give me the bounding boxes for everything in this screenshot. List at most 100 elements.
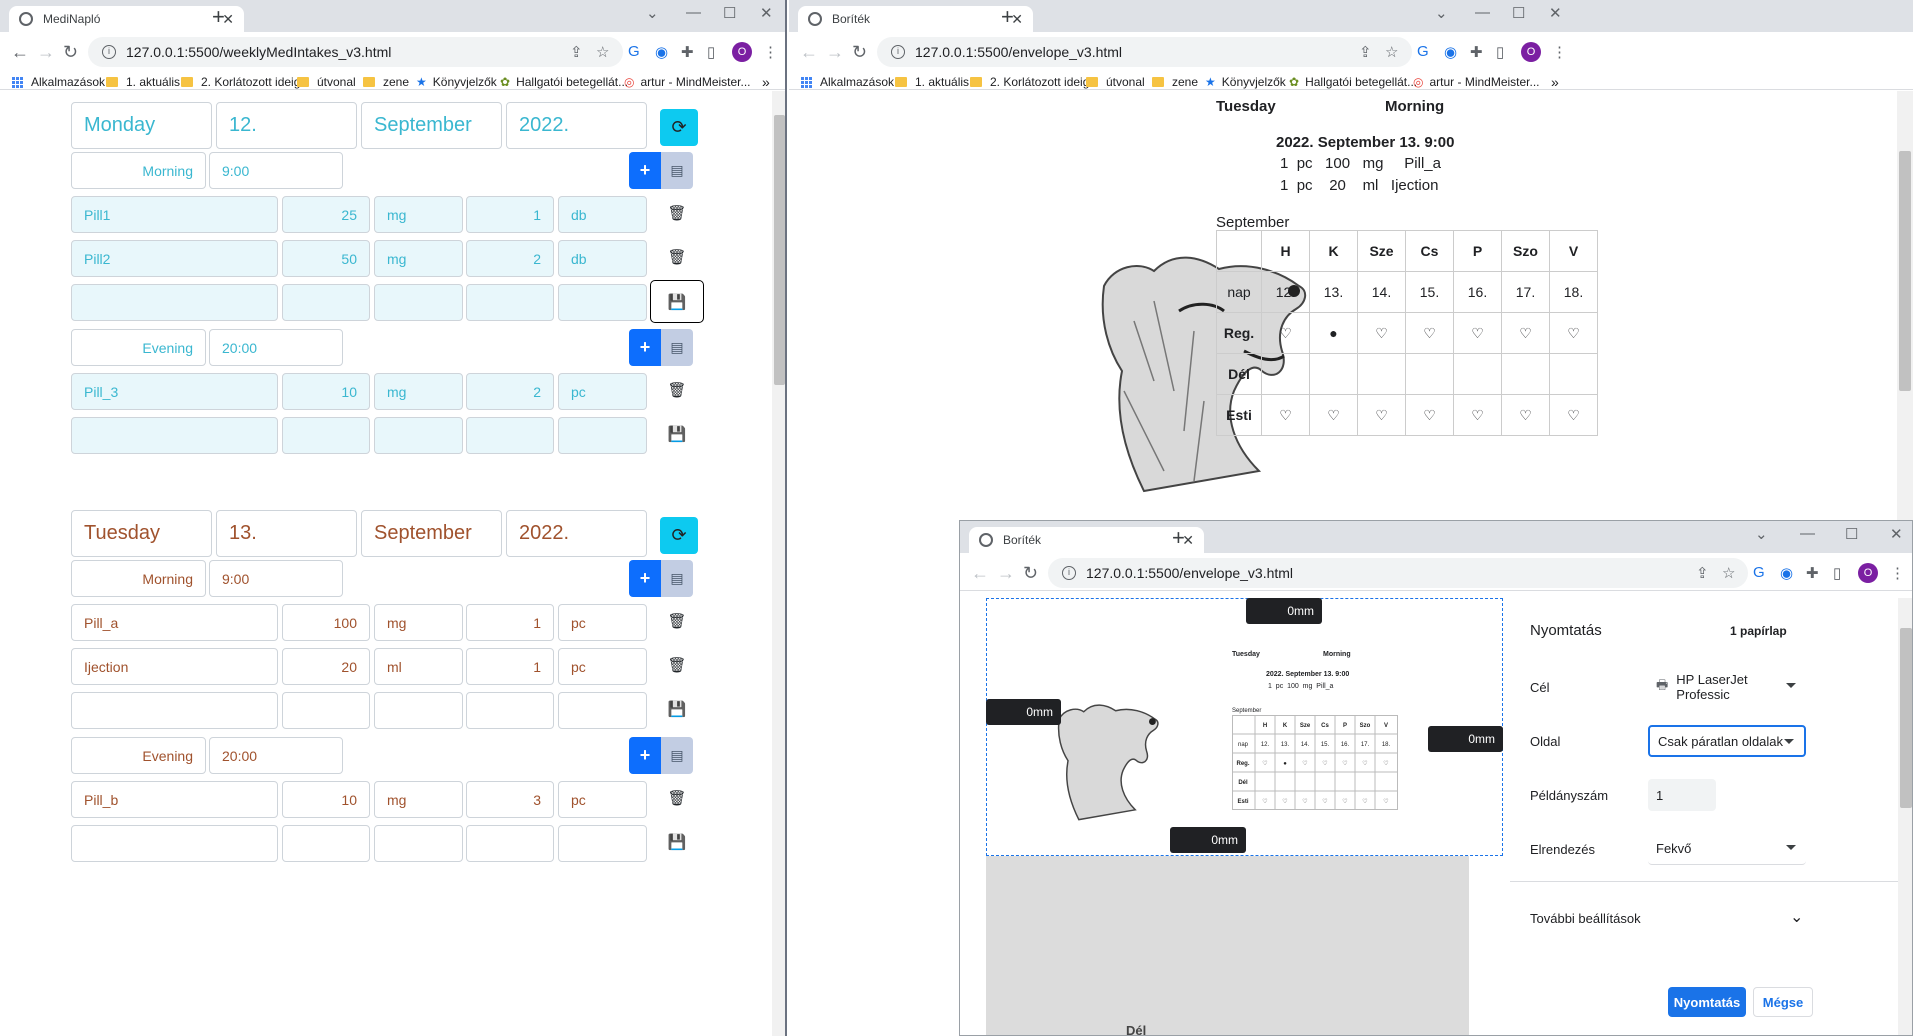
address-bar[interactable]: i 127.0.0.1:5500/envelope_v3.html [877,37,1412,67]
sidepanel-icon[interactable]: ▯ [1833,564,1841,582]
profile-avatar[interactable]: O [1858,563,1878,583]
trash-icon[interactable]: 🗑 [662,375,692,405]
new-dose-input[interactable] [282,825,370,862]
day-date-input[interactable]: 12. [216,102,357,149]
unit-input[interactable]: ml [374,648,463,685]
pages-select[interactable]: Csak páratlan oldalak [1648,725,1806,757]
add-button[interactable]: + [629,329,661,366]
new-qty-input[interactable] [466,692,554,729]
margin-left-label[interactable]: 0mm [986,699,1061,725]
slot-time-input[interactable]: 9:00 [209,560,343,597]
dose-input[interactable]: 10 [282,781,370,818]
bookmark-link[interactable]: ◎ artur - MindMeister... [1413,74,1540,90]
bookmark-folder[interactable]: útvonal [297,74,356,90]
trash-icon[interactable]: 🗑 [662,606,692,636]
qty-unit-input[interactable]: pc [558,373,647,410]
trash-icon[interactable]: 🗑 [662,783,692,813]
bookmark-apps[interactable]: Alkalmazások [12,74,105,90]
tab-search-icon[interactable]: ⌄ [1435,4,1448,22]
dose-input[interactable]: 10 [282,373,370,410]
pill-name-input[interactable]: Pill1 [71,196,278,233]
forward-icon[interactable]: → [37,42,55,63]
sidepanel-icon[interactable]: ▯ [707,43,715,61]
save-icon[interactable]: 💾 [650,280,704,323]
qty-input[interactable]: 1 [466,604,554,641]
save-icon[interactable]: 💾 [662,419,692,449]
extension-icon[interactable]: ◉ [1444,43,1457,61]
trash-icon[interactable]: 🗑 [662,242,692,272]
translate-icon[interactable]: G [1417,43,1429,60]
day-date-input[interactable]: 13. [216,510,357,557]
new-qty-unit-input[interactable] [558,692,647,729]
new-qty-unit-input[interactable] [558,825,647,862]
new-dose-input[interactable] [282,692,370,729]
star-icon[interactable]: ☆ [1722,564,1735,582]
sync-button[interactable]: ⟳ [660,517,698,554]
qty-input[interactable]: 2 [466,373,554,410]
unit-input[interactable]: mg [374,781,463,818]
new-qty-unit-input[interactable] [558,284,647,321]
menu-icon[interactable]: ⋮ [1552,43,1567,61]
profile-avatar[interactable]: O [1521,42,1541,62]
qty-unit-input[interactable]: db [558,196,647,233]
slot-time-input[interactable]: 20:00 [209,737,343,774]
print-button[interactable]: Nyomtatás [1668,987,1746,1017]
forward-icon[interactable]: → [997,563,1015,584]
puzzle-icon[interactable]: ✚ [1806,564,1819,582]
scrollbar-thumb[interactable] [774,115,785,385]
minimize-icon[interactable]: — [1475,4,1490,21]
bookmark-apps[interactable]: Alkalmazások [801,74,894,90]
menu-icon[interactable]: ⋮ [1890,564,1905,582]
new-pill-input[interactable] [71,825,278,862]
qty-input[interactable]: 3 [466,781,554,818]
slot-time-input[interactable]: 9:00 [209,152,343,189]
star-icon[interactable]: ☆ [596,43,609,61]
day-name-input[interactable]: Monday [71,102,212,149]
unit-input[interactable]: mg [374,196,463,233]
scrollbar-thumb[interactable] [1900,628,1912,808]
maximize-icon[interactable]: ☐ [723,4,736,22]
tab-boritek[interactable]: Boríték ✕ [798,6,1033,32]
bookmark-folder[interactable]: ★ Könyvjelzők [1205,74,1286,90]
extension-icon[interactable]: ◉ [1780,564,1793,582]
translate-icon[interactable]: G [628,43,640,60]
destination-select[interactable]: 🖶 HP LaserJet Professic [1648,671,1806,703]
sync-button[interactable]: ⟳ [660,109,698,146]
back-icon[interactable]: ← [971,563,989,584]
bookmark-link[interactable]: ◎ artur - MindMeister... [624,74,751,90]
pill-name-input[interactable]: Ijection [71,648,278,685]
new-unit-input[interactable] [374,417,463,454]
bookmark-folder[interactable]: útvonal [1086,74,1145,90]
month-input[interactable]: September [361,510,502,557]
new-dose-input[interactable] [282,417,370,454]
scrollbar[interactable] [1898,598,1912,1035]
year-input[interactable]: 2022. [506,510,647,557]
pdf-icon[interactable]: ▤ [661,737,693,774]
new-tab-icon[interactable]: + [1172,525,1185,551]
bookmark-link[interactable]: ✿ Hallgatói betegellát... [500,74,628,90]
unit-input[interactable]: mg [374,240,463,277]
address-bar[interactable]: i 127.0.0.1:5500/envelope_v3.html [1048,558,1748,588]
profile-avatar[interactable]: O [732,42,752,62]
slot-name-input[interactable]: Evening [71,329,206,366]
qty-unit-input[interactable]: pc [558,604,647,641]
minimize-icon[interactable]: — [1800,525,1815,542]
cancel-button[interactable]: Mégse [1753,987,1813,1017]
bookmark-folder[interactable]: ★ Könyvjelzők [416,74,497,90]
pdf-icon[interactable]: ▤ [661,560,693,597]
add-button[interactable]: + [629,152,661,189]
chevron-down-icon[interactable]: ⌄ [1790,907,1803,927]
tab-search-icon[interactable]: ⌄ [1755,525,1768,543]
year-input[interactable]: 2022. [506,102,647,149]
share-icon[interactable]: ⇪ [1696,564,1709,582]
more-bookmarks-icon[interactable]: » [762,74,770,90]
close-window-icon[interactable]: ✕ [1890,525,1903,543]
pill-name-input[interactable]: Pill2 [71,240,278,277]
trash-icon[interactable]: 🗑 [662,650,692,680]
bookmark-folder[interactable]: 1. aktuális [895,74,969,90]
back-icon[interactable]: ← [11,42,29,63]
extension-icon[interactable]: ◉ [655,43,668,61]
save-icon[interactable]: 💾 [662,827,692,857]
bookmark-link[interactable]: ✿ Hallgatói betegellát... [1289,74,1417,90]
scrollbar[interactable] [1897,91,1913,520]
